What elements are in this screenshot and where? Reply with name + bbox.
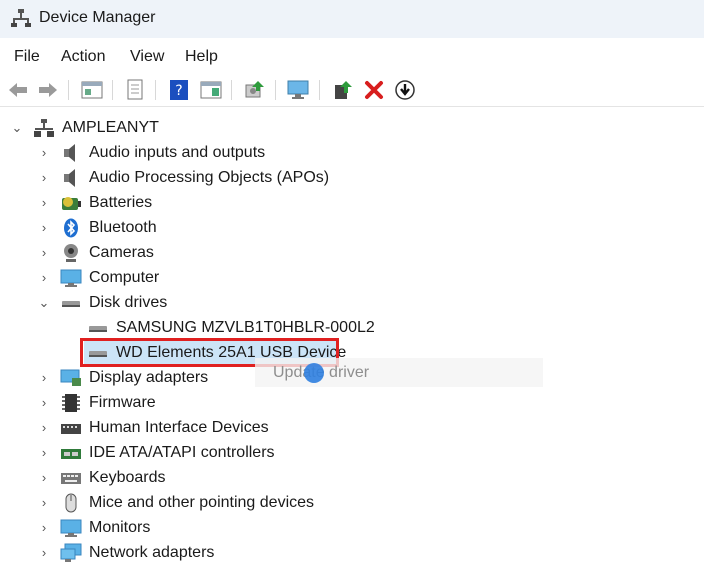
properties-grid-icon[interactable] [80,78,104,102]
tree-item-audio-inputs[interactable]: › Audio inputs and outputs [0,141,704,166]
firmware-chip-icon [62,394,80,412]
toolbar-separator [319,80,320,100]
context-menu-update-driver[interactable]: Update driver [255,358,543,387]
window-title: Device Manager [39,9,156,26]
tree-item-disk-drives[interactable]: ⌄ Disk drives [0,291,704,316]
network-adapter-icon [60,543,82,562]
tree-item-label: SAMSUNG MZVLB1T0HBLR-000L2 [116,319,375,336]
menu-bar: File Action View Help [0,38,704,74]
tree-item-label: Keyboards [89,469,166,486]
svg-text:?: ? [175,83,182,99]
chevron-right-icon[interactable]: › [37,195,51,211]
disk-drive-icon [89,326,107,332]
speaker-icon [64,144,75,162]
toolbar-separator [155,80,156,100]
speaker-icon [64,169,75,187]
computer-root-icon [34,119,54,137]
battery-icon [62,197,81,210]
tree-item-keyboards[interactable]: › Keyboards [0,466,704,491]
tree-root[interactable]: ⌄ AMPLEANYT [0,116,704,141]
chevron-right-icon[interactable]: › [37,395,51,411]
tree-item-mice[interactable]: › Mice and other pointing devices [0,491,704,516]
mouse-icon [65,493,77,513]
chevron-right-icon[interactable]: › [37,145,51,161]
display-adapter-icon [60,369,81,386]
update-driver-icon[interactable] [393,78,417,102]
chevron-right-icon[interactable]: › [37,470,51,486]
forward-arrow-icon[interactable] [36,78,60,102]
tree-item-label: Display adapters [89,369,209,386]
uninstall-device-icon[interactable] [362,78,386,102]
tree-item-label: Firmware [89,394,156,411]
chevron-down-icon[interactable]: ⌄ [10,120,24,136]
tree-item-label: Disk drives [89,294,168,311]
tree-item-bluetooth[interactable]: › Bluetooth [0,216,704,241]
chevron-right-icon[interactable]: › [37,495,51,511]
chevron-right-icon[interactable]: › [37,520,51,536]
chevron-down-icon[interactable]: ⌄ [37,295,51,311]
tree-item-label: Batteries [89,194,153,211]
tree-item-network-adapters[interactable]: › Network adapters [0,541,704,566]
chevron-right-icon[interactable]: › [37,245,51,261]
back-arrow-icon[interactable] [6,78,30,102]
tree-item-label: Monitors [89,519,151,536]
help-icon[interactable]: ? [167,78,191,102]
tree-root-label: AMPLEANYT [62,119,159,136]
chevron-right-icon[interactable]: › [37,370,51,386]
tree-item-firmware[interactable]: › Firmware [0,391,704,416]
ide-controller-icon [61,449,81,459]
chevron-right-icon[interactable]: › [37,220,51,236]
chevron-right-icon[interactable]: › [37,445,51,461]
monitor-icon[interactable] [286,78,310,102]
tree-item-label: IDE ATA/ATAPI controllers [89,444,275,461]
tree-item-label: Audio inputs and outputs [89,144,266,161]
keyboard-icon [61,473,81,484]
tree-item-batteries[interactable]: › Batteries [0,191,704,216]
toolbar-separator [112,80,113,100]
tree-item-ide-controllers[interactable]: › IDE ATA/ATAPI controllers [0,441,704,466]
disk-drive-icon [62,301,80,307]
scan-hardware-icon[interactable] [243,78,267,102]
title-bar: Device Manager [0,0,704,38]
toolbar-separator [275,80,276,100]
hid-icon [61,424,81,434]
pointer-cursor-icon [304,363,324,383]
computer-icon [60,269,82,287]
device-manager-app-icon [11,9,31,27]
tree-item-label: Network adapters [89,544,215,561]
enable-device-icon[interactable] [331,78,355,102]
view-pane-icon[interactable] [199,78,223,102]
toolbar-separator [231,80,232,100]
monitor-icon [60,519,82,537]
bluetooth-icon [64,218,78,238]
tree-item-apos[interactable]: › Audio Processing Objects (APOs) [0,166,704,191]
tree-item-hid[interactable]: › Human Interface Devices [0,416,704,441]
chevron-right-icon[interactable]: › [37,170,51,186]
toolbar: ? [0,74,704,107]
tree-item-label: Cameras [89,244,154,261]
menu-help[interactable]: Help [185,48,218,66]
chevron-right-icon[interactable]: › [37,420,51,436]
menu-file[interactable]: File [14,48,40,66]
toolbar-separator [68,80,69,100]
tree-item-label: Audio Processing Objects (APOs) [89,169,330,186]
tree-item-label: Mice and other pointing devices [89,494,315,511]
document-icon[interactable] [123,78,147,102]
device-tree: ⌄ AMPLEANYT › Audio inputs and outputs ›… [0,107,704,567]
tree-item-label: Bluetooth [89,219,157,236]
tree-item-label: Computer [89,269,160,286]
menu-view[interactable]: View [130,48,164,66]
tree-item-label: Human Interface Devices [89,419,269,436]
tree-item-monitors[interactable]: › Monitors [0,516,704,541]
tree-item-computer[interactable]: › Computer [0,266,704,291]
menu-action[interactable]: Action [61,48,105,66]
tree-item-cameras[interactable]: › Cameras [0,241,704,266]
chevron-right-icon[interactable]: › [37,270,51,286]
chevron-right-icon[interactable]: › [37,545,51,561]
camera-icon [64,244,78,262]
